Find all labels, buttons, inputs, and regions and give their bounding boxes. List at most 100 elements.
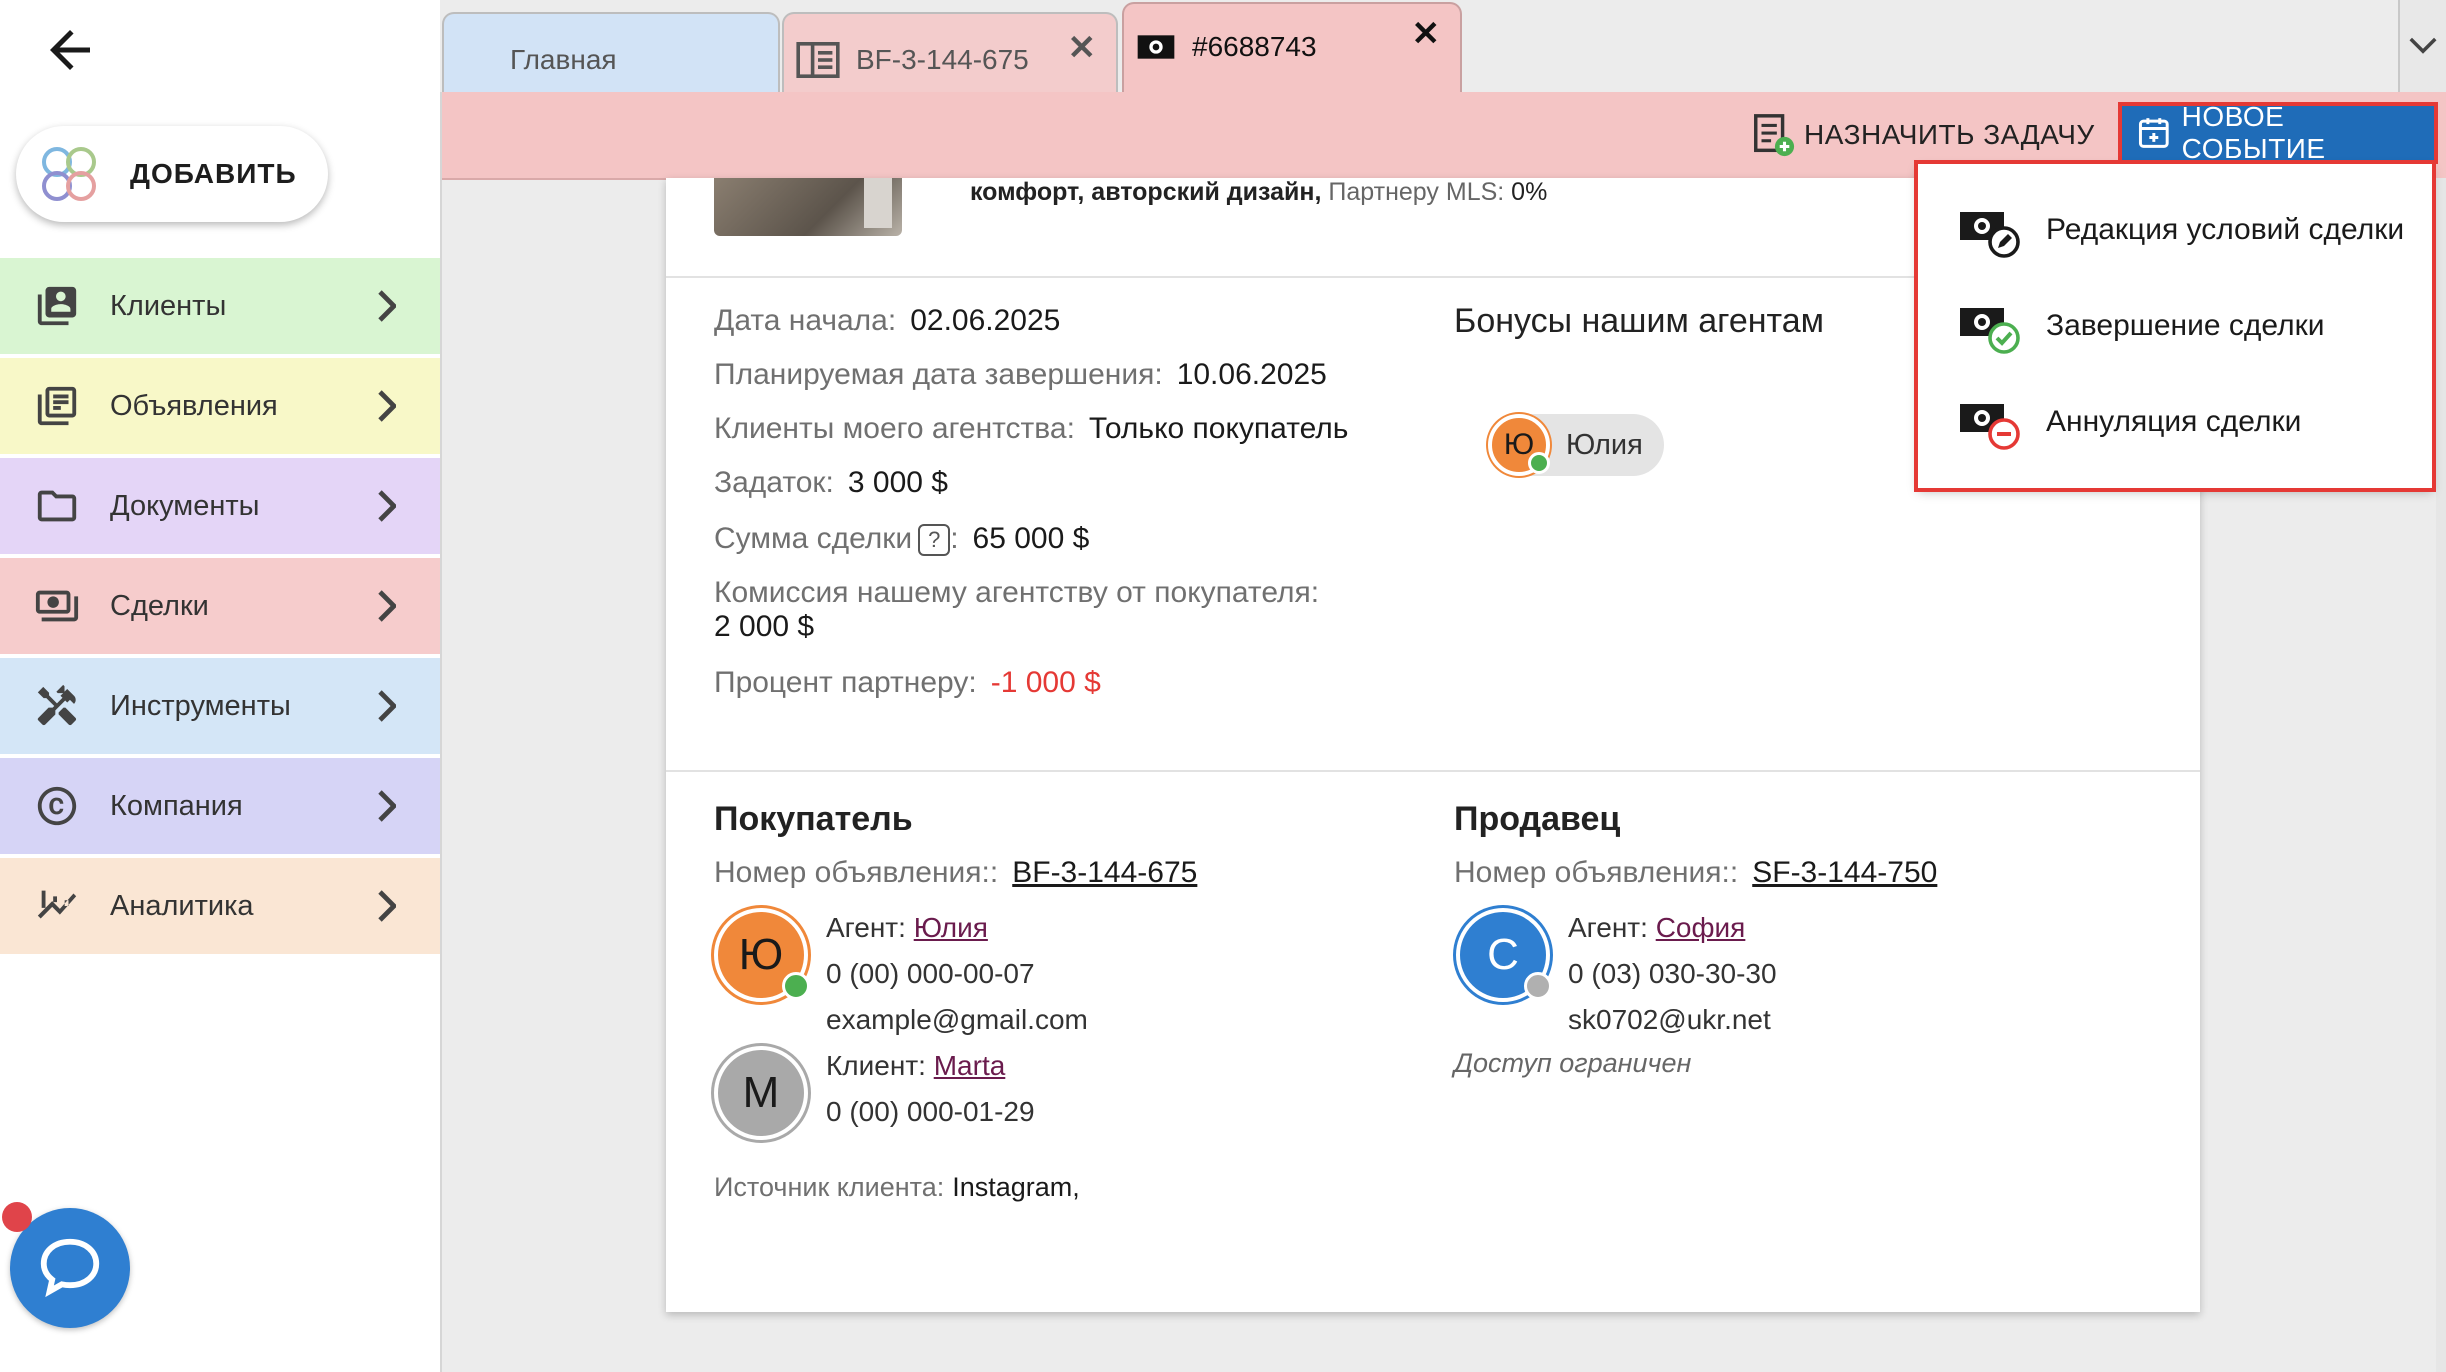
- tab-listing[interactable]: BF-3-144-675 ✕: [782, 12, 1118, 92]
- sidebar-item-label: Объявления: [110, 389, 278, 422]
- field-value: 3 000 $: [847, 466, 948, 499]
- copyright-icon: [37, 786, 77, 826]
- avatar-initial: Ю: [738, 930, 784, 979]
- sidebar-item-tools[interactable]: Инструменты: [0, 658, 440, 754]
- buyer-listing-link[interactable]: BF-3-144-675: [1012, 856, 1197, 889]
- sidebar-item-listings[interactable]: Объявления: [0, 358, 440, 454]
- chevron-right-icon: [378, 890, 396, 922]
- buyer-title: Покупатель: [714, 800, 913, 838]
- buyer-listing-number: Номер объявления:: BF-3-144-675: [714, 856, 1197, 890]
- help-icon[interactable]: ?: [918, 524, 951, 557]
- field-partner-percent: Процент партнеру: -1 000 $: [714, 666, 1101, 700]
- sidebar-item-label: Клиенты: [110, 289, 227, 322]
- chat-icon: [40, 1238, 100, 1298]
- tab-close-icon[interactable]: ✕: [1412, 14, 1441, 54]
- sidebar-item-label: Компания: [110, 789, 243, 822]
- seller-listing-link[interactable]: SF-3-144-750: [1752, 856, 1937, 889]
- buyer-client-line: Клиент: Marta: [826, 1050, 1005, 1082]
- listing-icon: [796, 42, 840, 78]
- tab-bar: Главная BF-3-144-675 ✕ #6688743 ✕: [440, 0, 2446, 94]
- assign-task-button[interactable]: НАЗНАЧИТЬ ЗАДАЧУ: [1750, 110, 2095, 160]
- sidebar-item-label: Документы: [110, 489, 260, 522]
- client-source: Источник клиента: Instagram,: [714, 1172, 1080, 1203]
- add-button[interactable]: ДОБАВИТЬ: [16, 126, 328, 222]
- sidebar-item-analytics[interactable]: Аналитика: [0, 858, 440, 954]
- field-label: Процент партнеру:: [714, 666, 977, 699]
- field-label: Клиенты моего агентства:: [714, 412, 1075, 445]
- agent-label: Агент:: [1568, 912, 1648, 943]
- buyer-agent-avatar: Ю: [714, 908, 810, 1002]
- sidebar-item-company[interactable]: Компания: [0, 758, 440, 854]
- clients-icon: [37, 286, 77, 326]
- field-colon: :: [950, 522, 959, 555]
- field-label: Задаток:: [714, 466, 834, 499]
- back-button[interactable]: [40, 20, 100, 80]
- add-button-label: ДОБАВИТЬ: [130, 158, 297, 189]
- tools-icon: [37, 684, 77, 726]
- menu-item-label: Аннуляция сделки: [2046, 405, 2302, 438]
- field-label: Комиссия нашему агентству от покупателя:: [714, 576, 1320, 609]
- buyer-client-avatar: M: [714, 1046, 808, 1140]
- tab-label: Главная: [510, 44, 617, 75]
- chevron-right-icon: [378, 390, 396, 422]
- tab-deal[interactable]: #6688743 ✕: [1122, 2, 1462, 94]
- chevron-right-icon: [378, 290, 396, 322]
- analytics-icon: [37, 890, 77, 919]
- sidebar-item-deals[interactable]: Сделки: [0, 558, 440, 654]
- menu-item-cancel-deal[interactable]: Аннуляция сделки: [1918, 374, 2432, 470]
- deal-icon: [1137, 35, 1175, 59]
- seller-title: Продавец: [1454, 800, 1621, 838]
- sidebar-item-label: Инструменты: [110, 689, 291, 722]
- field-agency-clients: Клиенты моего агентства: Только покупател…: [714, 412, 1348, 446]
- menu-item-label: Редакция условий сделки: [2046, 213, 2405, 246]
- buyer-agent-line: Агент: Юлия: [826, 912, 988, 944]
- menu-item-edit-terms[interactable]: Редакция условий сделки: [1918, 182, 2432, 278]
- listing-photo[interactable]: [714, 178, 902, 236]
- sidebar-item-clients[interactable]: Клиенты: [0, 258, 440, 354]
- new-event-button[interactable]: НОВОЕ СОБЫТИЕ: [2118, 101, 2438, 164]
- buyer-agent-phone: 0 (00) 000-00-07: [826, 958, 1035, 989]
- assign-task-label: НАЗНАЧИТЬ ЗАДАЧУ: [1804, 119, 2095, 150]
- field-value: 65 000 $: [972, 522, 1090, 555]
- tab-label: #6688743: [1192, 31, 1317, 62]
- online-status-dot: [1528, 452, 1550, 474]
- sidebar-item-label: Аналитика: [110, 889, 254, 922]
- seller-agent-phone: 0 (03) 030-30-30: [1568, 958, 1777, 989]
- task-add-icon: [1754, 114, 1795, 157]
- scrollbar[interactable]: [2436, 178, 2446, 1372]
- field-commission: Комиссия нашему агентству от покупателя:…: [714, 576, 1414, 644]
- field-label: Сумма сделки: [714, 522, 913, 555]
- buyer-agent-link[interactable]: Юлия: [914, 912, 988, 943]
- field-label: Номер объявления::: [1454, 856, 1739, 889]
- buyer-client-link[interactable]: Marta: [934, 1050, 1006, 1081]
- seller-agent-line: Агент: София: [1568, 912, 1745, 944]
- divider: [666, 770, 2200, 772]
- deal-complete-icon: [1960, 308, 2020, 354]
- field-value: 10.06.2025: [1176, 358, 1327, 391]
- chevron-down-icon: [2409, 37, 2437, 54]
- deal-cancel-icon: [1960, 404, 2020, 450]
- seller-agent-avatar: С: [1456, 908, 1552, 1002]
- sidebar-item-label: Сделки: [110, 589, 209, 622]
- agent-chip[interactable]: Ю Юлия: [1488, 414, 1664, 476]
- field-value: -1 000 $: [990, 666, 1101, 699]
- field-label: Планируемая дата завершения:: [714, 358, 1163, 391]
- sidebar: ДОБАВИТЬ Клиенты Объявления Документы Сд…: [0, 0, 442, 1372]
- menu-item-complete-deal[interactable]: Завершение сделки: [1918, 278, 2432, 374]
- tab-close-icon[interactable]: ✕: [1068, 28, 1097, 68]
- menu-item-label: Завершение сделки: [2046, 309, 2325, 342]
- agent-label: Агент:: [826, 912, 906, 943]
- tabs-more-button[interactable]: [2398, 0, 2446, 92]
- sidebar-item-documents[interactable]: Документы: [0, 458, 440, 554]
- seller-agent-email: sk0702@ukr.net: [1568, 1004, 1771, 1035]
- field-value: Только покупатель: [1088, 412, 1349, 445]
- tab-home[interactable]: Главная: [442, 12, 780, 92]
- listing-desc-text: комфорт, авторский дизайн,: [970, 178, 1329, 206]
- access-restricted-note: Доступ ограничен: [1454, 1048, 1692, 1078]
- avatar-initial: С: [1487, 930, 1519, 979]
- deals-icon: [35, 590, 79, 622]
- seller-agent-link[interactable]: София: [1656, 912, 1746, 943]
- partner-mls-value: 0%: [1511, 178, 1548, 206]
- sidebar-nav: Клиенты Объявления Документы Сделки Инст…: [0, 258, 440, 958]
- field-label: Дата начала:: [714, 304, 897, 337]
